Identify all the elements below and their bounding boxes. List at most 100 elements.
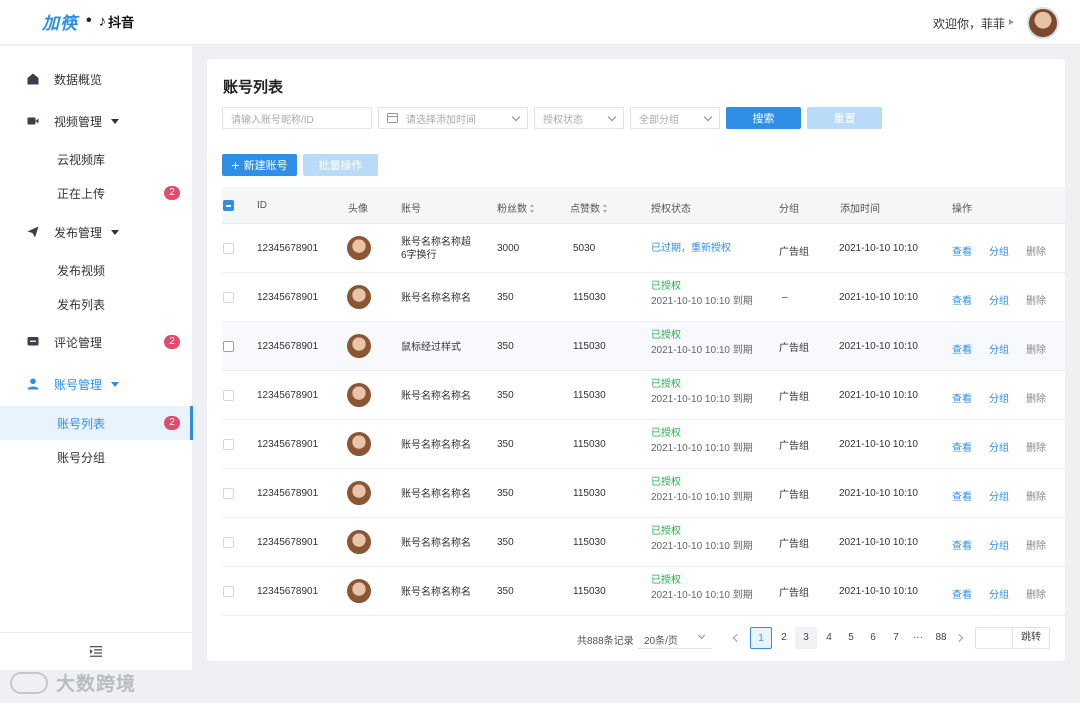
group-link[interactable]: 分组 [989,341,1009,356]
sidebar-item-video[interactable]: 视频管理 [0,104,193,138]
sidebar-item-uploading[interactable]: 正在上传 2 [0,176,193,210]
brand-logo: 加筷 [42,13,78,34]
row-checkbox[interactable] [223,243,234,254]
welcome-text[interactable]: 欢迎你，菲菲 [933,15,1005,32]
sidebar-item-account-list[interactable]: 账号列表 2 [0,406,193,440]
page-jump-button[interactable]: 跳转 [1012,628,1049,648]
delete-link[interactable]: 删除 [1026,488,1046,503]
view-link[interactable]: 查看 [952,243,972,258]
watermark-logo-icon [10,671,48,694]
auth-status: 已授权 [651,575,681,586]
row-checkbox[interactable] [223,439,234,450]
delete-link[interactable]: 删除 [1026,439,1046,454]
view-link[interactable]: 查看 [952,292,972,307]
view-link[interactable]: 查看 [952,488,972,503]
sidebar-item-account-groups[interactable]: 账号分组 [0,440,193,474]
group-link[interactable]: 分组 [989,292,1009,307]
row-checkbox[interactable] [223,341,234,352]
sidebar-item-label: 账号列表 [57,416,106,431]
row-checkbox[interactable] [223,292,234,303]
view-link[interactable]: 查看 [952,586,972,601]
account-avatar [347,530,371,554]
page-button-5[interactable]: 5 [840,627,862,649]
count-badge: 2 [164,416,180,430]
new-account-button[interactable]: + 新建账号 [222,154,297,176]
home-icon [27,73,39,85]
cell-fans: 350 [497,537,514,548]
search-input[interactable]: 请输入账号昵称/ID [222,107,372,129]
sidebar-item-publish-list[interactable]: 发布列表 [0,287,193,321]
sidebar-item-publish-video[interactable]: 发布视频 [0,253,193,287]
page-button-88[interactable]: 88 [930,627,952,649]
user-avatar[interactable] [1027,7,1059,39]
delete-link[interactable]: 删除 [1026,341,1046,356]
column-header-likes[interactable]: 点赞数 [570,200,608,215]
delete-link[interactable]: 删除 [1026,243,1046,258]
date-picker[interactable]: 请选择添加时间 [378,107,528,129]
page-button-4[interactable]: 4 [818,627,840,649]
prev-page-icon[interactable] [732,633,742,643]
logo[interactable]: 加筷 • ♪ 抖音 [42,10,134,34]
collapse-menu-icon[interactable] [90,646,102,657]
cell-group: 广告组 [779,343,809,354]
row-checkbox[interactable] [223,586,234,597]
cell-auth: 已授权 2021-10-10 10:10 到期 [651,328,753,358]
view-link[interactable]: 查看 [952,439,972,454]
page-button-3[interactable]: 3 [795,627,817,649]
group-select[interactable]: 全部分组 [630,107,720,129]
cell-added-time: 2021-10-10 10:10 [839,537,918,548]
cell-id: 12345678901 [257,341,319,352]
sidebar: 数据概览 视频管理 云视频库 正在上传 2 发布管理 发布视频 发布列表 评论管… [0,46,193,670]
comment-icon [27,337,39,346]
auth-status-select[interactable]: 授权状态 [534,107,624,129]
sidebar-item-publish[interactable]: 发布管理 [0,215,193,249]
page-button-6[interactable]: 6 [862,627,884,649]
view-link[interactable]: 查看 [952,390,972,405]
group-link[interactable]: 分组 [989,390,1009,405]
row-checkbox[interactable] [223,390,234,401]
group-link[interactable]: 分组 [989,488,1009,503]
group-link[interactable]: 分组 [989,537,1009,552]
search-button[interactable]: 搜索 [726,107,801,129]
sidebar-item-overview[interactable]: 数据概览 [0,62,193,96]
view-link[interactable]: 查看 [952,537,972,552]
reauthorize-link[interactable]: 已过期，重新授权 [651,241,731,256]
delete-link[interactable]: 删除 [1026,292,1046,307]
page-button-7[interactable]: 7 [885,627,907,649]
next-page-icon[interactable] [954,633,964,643]
delete-link[interactable]: 删除 [1026,586,1046,601]
caret-right-icon[interactable] [1009,19,1014,25]
column-header-id: ID [257,200,267,211]
cell-fans: 3000 [497,243,520,254]
row-checkbox[interactable] [223,537,234,548]
cell-fans: 350 [497,390,514,401]
row-checkbox[interactable] [223,488,234,499]
page-button-2[interactable]: 2 [773,627,795,649]
batch-operation-button[interactable]: 批量操作 [303,154,378,176]
reset-button[interactable]: 重置 [807,107,882,129]
cell-id: 12345678901 [257,243,319,254]
select-all-checkbox[interactable] [223,200,234,211]
column-header-avatar: 头像 [348,204,368,215]
page-size-select[interactable]: 20条/页 [638,627,712,649]
group-link[interactable]: 分组 [989,243,1009,258]
sidebar-item-comments[interactable]: 评论管理 2 [0,325,193,359]
date-placeholder: 请选择添加时间 [406,114,476,126]
column-header-fans[interactable]: 粉丝数 [497,200,535,215]
delete-link[interactable]: 删除 [1026,537,1046,552]
page-ellipsis[interactable]: ··· [907,627,929,649]
auth-expiry: 2021-10-10 10:10 到期 [651,345,753,356]
sort-icon[interactable] [530,204,535,213]
group-link[interactable]: 分组 [989,439,1009,454]
group-link[interactable]: 分组 [989,586,1009,601]
chevron-down-icon [111,119,119,124]
sidebar-item-accounts[interactable]: 账号管理 [0,367,193,401]
cell-group: 广告组 [779,247,809,258]
sort-icon[interactable] [603,204,608,213]
page-button-1[interactable]: 1 [750,627,772,649]
column-header-group: 分组 [779,204,799,215]
sidebar-item-cloud-library[interactable]: 云视频库 [0,142,193,176]
table-row: 12345678901 账号名称名称名 350 115030 已授权 2021-1… [222,371,1065,420]
view-link[interactable]: 查看 [952,341,972,356]
delete-link[interactable]: 删除 [1026,390,1046,405]
